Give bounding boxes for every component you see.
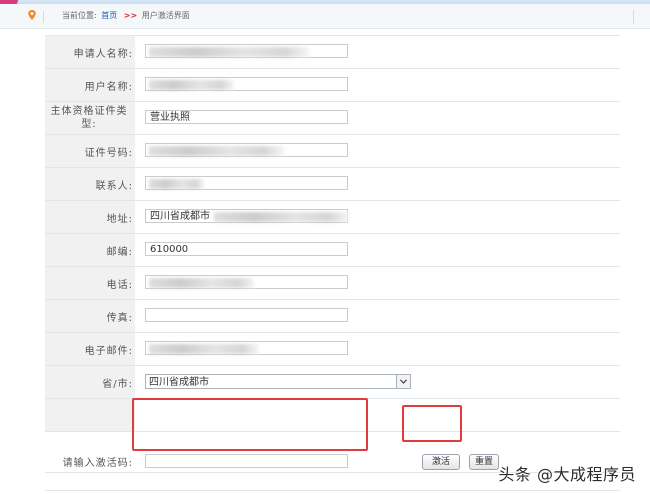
redacted-value <box>149 179 204 189</box>
form-row-email: 电子邮件: <box>45 333 620 366</box>
form-row-fax: 传真: <box>45 300 620 333</box>
province-city-select[interactable]: 四川省成都市 <box>145 374 411 389</box>
form-label: 电话: <box>45 267 135 299</box>
phone-input[interactable] <box>145 275 348 289</box>
activation-form: 申请人名称: 用户名称: 主体资格证件类型: 营业执照 证件号码: 联系人: 地… <box>45 35 620 491</box>
form-label: 地址: <box>45 201 135 233</box>
redacted-value <box>214 212 349 222</box>
redacted-value <box>149 278 254 288</box>
form-label: 请输入激活码: <box>45 432 135 490</box>
form-spacer-row <box>45 399 620 432</box>
form-row-contact: 联系人: <box>45 168 620 201</box>
applicant-name-input[interactable] <box>145 44 348 58</box>
form-row-province-city: 省/市: 四川省成都市 <box>45 366 620 399</box>
form-row-cert-type: 主体资格证件类型: 营业执照 <box>45 102 620 135</box>
cert-number-input[interactable] <box>145 143 348 157</box>
form-label: 邮编: <box>45 234 135 266</box>
form-row-postcode: 邮编: 610000 <box>45 234 620 267</box>
form-label: 申请人名称: <box>45 36 135 68</box>
form-label: 主体资格证件类型: <box>45 102 135 134</box>
breadcrumb-home-link[interactable]: 首页 <box>101 11 117 20</box>
watermark: 头条 @大成程序员 <box>498 465 636 484</box>
contact-input[interactable] <box>145 176 348 190</box>
breadcrumb-prefix: 当前位置: <box>62 11 97 20</box>
reset-button[interactable]: 重置 <box>469 454 499 470</box>
form-label: 传真: <box>45 300 135 332</box>
form-row-address: 地址: 四川省成都市 <box>45 201 620 234</box>
form-label: 证件号码: <box>45 135 135 167</box>
form-row-username: 用户名称: <box>45 69 620 102</box>
form-label: 省/市: <box>45 366 135 398</box>
redacted-value <box>149 344 259 354</box>
location-pin-icon <box>28 10 36 20</box>
username-input[interactable] <box>145 77 348 91</box>
breadcrumb-divider <box>43 11 44 23</box>
breadcrumb-path: 当前位置: 首页 >> 用户激活界面 <box>62 4 190 28</box>
form-label: 用户名称: <box>45 69 135 101</box>
breadcrumb: 当前位置: 首页 >> 用户激活界面 <box>0 4 650 29</box>
form-row-phone: 电话: <box>45 267 620 300</box>
activation-code-input[interactable] <box>145 454 348 468</box>
form-label: 电子邮件: <box>45 333 135 365</box>
chevron-down-icon[interactable] <box>396 375 410 388</box>
form-row-cert-number: 证件号码: <box>45 135 620 168</box>
breadcrumb-right-divider <box>633 10 634 24</box>
breadcrumb-arrow: >> <box>123 11 138 20</box>
form-label-empty <box>45 399 135 431</box>
redacted-value <box>149 47 309 57</box>
redacted-value <box>149 146 284 156</box>
form-label: 联系人: <box>45 168 135 200</box>
breadcrumb-current: 用户激活界面 <box>141 11 190 20</box>
email-input[interactable] <box>145 341 348 355</box>
form-row-applicant-name: 申请人名称: <box>45 36 620 69</box>
cert-type-input[interactable]: 营业执照 <box>145 110 348 124</box>
redacted-value <box>149 80 234 90</box>
activate-button[interactable]: 激活 <box>422 454 460 470</box>
fax-input[interactable] <box>145 308 348 322</box>
address-input[interactable]: 四川省成都市 <box>145 209 349 223</box>
postcode-input[interactable]: 610000 <box>145 242 348 256</box>
